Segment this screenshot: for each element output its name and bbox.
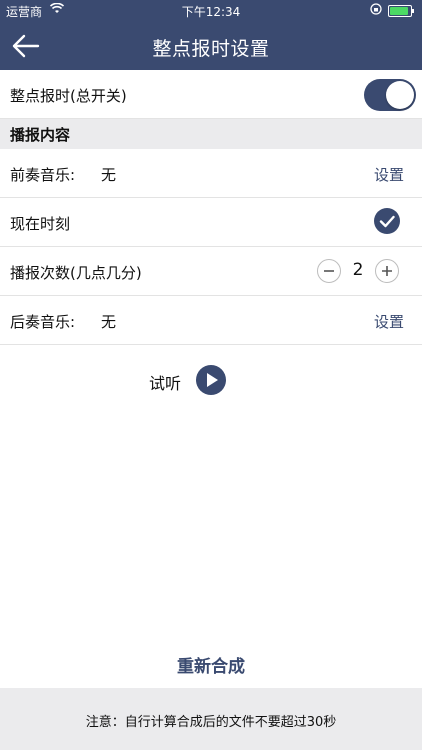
repeat-count-row: 播报次数(几点几分) 2 — [0, 247, 422, 296]
master-switch-label: 整点报时(总开关) — [10, 87, 127, 105]
current-time-row: 现在时刻 — [0, 198, 422, 247]
postlude-value: 无 — [101, 313, 117, 331]
prelude-value: 无 — [101, 166, 117, 184]
prelude-settings-button[interactable]: 设置 — [374, 164, 404, 185]
clock: 下午12:34 — [181, 5, 241, 19]
battery-icon — [388, 5, 414, 17]
section-title: 播报内容 — [10, 126, 71, 144]
resynthesize-button[interactable]: 重新合成 — [0, 652, 422, 677]
preview-label: 试听 — [149, 374, 182, 393]
decrement-button[interactable] — [317, 259, 341, 283]
current-time-label: 现在时刻 — [10, 215, 71, 233]
section-header: 播报内容 — [0, 119, 422, 149]
prelude-row: 前奏音乐: 无 设置 — [0, 149, 422, 198]
repeat-count-value: 2 — [352, 260, 364, 280]
page-title: 整点报时设置 — [152, 38, 270, 60]
footer-note: 注意：自行计算合成后的文件不要超过30秒 — [0, 688, 422, 750]
postlude-row: 后奏音乐: 无 设置 — [0, 296, 422, 345]
master-toggle[interactable] — [364, 79, 416, 111]
master-switch-row: 整点报时(总开关) — [0, 70, 422, 119]
prelude-label: 前奏音乐: — [10, 166, 76, 184]
orientation-lock-icon — [370, 3, 382, 18]
status-bar: 运营商 下午12:34 — [0, 0, 422, 22]
checkmark-icon[interactable] — [374, 208, 400, 234]
footer-note-text: 注意：自行计算合成后的文件不要超过30秒 — [85, 715, 337, 730]
repeat-count-label: 播报次数(几点几分) — [10, 264, 142, 282]
postlude-label: 后奏音乐: — [10, 313, 76, 331]
nav-bar: 整点报时设置 — [0, 22, 422, 70]
postlude-settings-button[interactable]: 设置 — [374, 311, 404, 332]
play-icon[interactable] — [196, 365, 226, 395]
increment-button[interactable] — [375, 259, 399, 283]
